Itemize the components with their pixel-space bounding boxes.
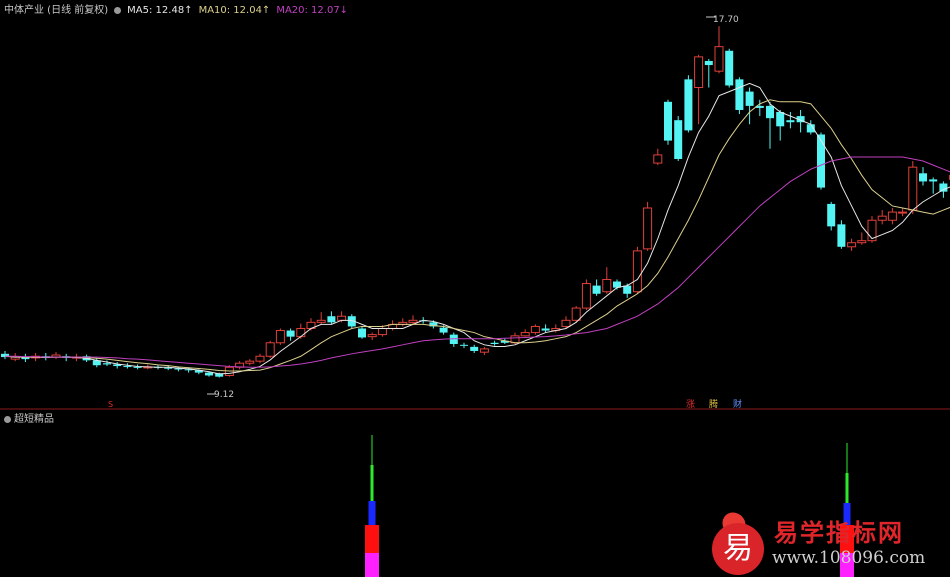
candle-body [358,328,366,338]
candle-body [571,307,581,321]
candle-body [316,319,326,323]
candle-body [643,207,653,250]
candle-body [745,91,754,106]
candle-body [632,250,642,293]
candle-body [520,332,530,337]
candle-body [877,215,887,221]
candle-body [887,211,897,221]
candle-body [857,240,867,244]
candle-body [919,173,927,182]
ma10-line [4,99,950,372]
high-price-label: 17.70 [713,15,739,25]
signal-marker-cai: 财 [733,398,742,410]
low-price-label: 9.12 [214,390,234,400]
signal-bar-green [370,465,374,501]
candle-body [327,316,336,323]
sub-panel-header: 超短精品 [4,410,54,425]
candle-body [766,105,774,119]
candle-body [286,330,295,337]
candle-body [817,134,825,188]
candle-body [479,348,489,353]
candle-body [205,372,213,376]
candle-body [602,278,612,293]
candle-body [592,285,601,294]
stock-label: 中体产业 (日线 前复权) [4,5,109,16]
candle-body [684,79,693,131]
candle-body [245,360,255,364]
candle-body [694,56,704,89]
candle-body [581,283,591,309]
candle-body [490,342,499,345]
candle-body [103,363,111,365]
signal-bar-red [365,525,379,553]
indicator-dot-icon[interactable] [4,416,11,423]
candle-body [123,366,132,368]
ma10-label: MA10: 12.04↑ [198,5,271,16]
candle-body [653,154,663,164]
candle-body [623,285,632,294]
candle-body [939,183,948,192]
logo-circle: 易 [712,523,764,575]
candlestick-series [1,26,950,378]
candle-body [786,120,795,123]
candle-body [725,50,734,86]
candle-body [449,334,458,345]
candle-body [460,344,468,346]
candle-body [265,342,275,357]
candle-body [674,120,683,159]
watermark: 易 易学指标网 www.108096.com [712,507,942,575]
candle-body [530,325,540,334]
candle-body [908,166,918,211]
candle-body [704,60,713,66]
candle-body [377,327,387,336]
candle-body [714,46,724,72]
signal-marker-teng: 腾 [709,398,718,410]
candle-body [470,346,479,351]
ma5-label: MA5: 12.48↑ [127,5,193,16]
signal-marker-s: S [108,400,113,409]
chart-header: 中体产业 (日线 前复权) MA5: 12.48↑ MA10: 12.04↑ MA20… [4,1,354,16]
candle-body [275,330,285,344]
signal-bar-blue [368,501,376,525]
candle-body [337,315,347,321]
candle-body [408,319,418,323]
candle-body [296,327,306,338]
ma20-label: MA20: 12.07↓ [276,5,349,16]
candle-body [255,355,265,362]
candle-body [541,328,550,331]
settings-dot-icon[interactable] [114,7,122,14]
candle-body [776,112,785,127]
candle-body [929,179,938,182]
candle-body [367,334,377,338]
signal-bar-green [845,473,849,503]
ma20-line [5,156,950,368]
candle-body [664,101,672,141]
signal-bar-magenta [365,553,379,577]
candle-body [837,224,846,247]
candle-body [439,327,448,333]
indicator-name: 超短精品 [14,414,54,425]
candle-body [735,79,744,110]
watermark-title: 易学指标网 [774,519,904,547]
candle-body [561,319,571,327]
kline-chart: 17.70 9.12 S 涨 腾 财 [0,15,950,577]
candle-body [827,203,836,227]
signal-marker-zhang: 涨 [686,399,695,410]
candle-body [898,211,908,214]
candle-body [847,242,857,248]
watermark-url: www.108096.com [772,548,926,568]
